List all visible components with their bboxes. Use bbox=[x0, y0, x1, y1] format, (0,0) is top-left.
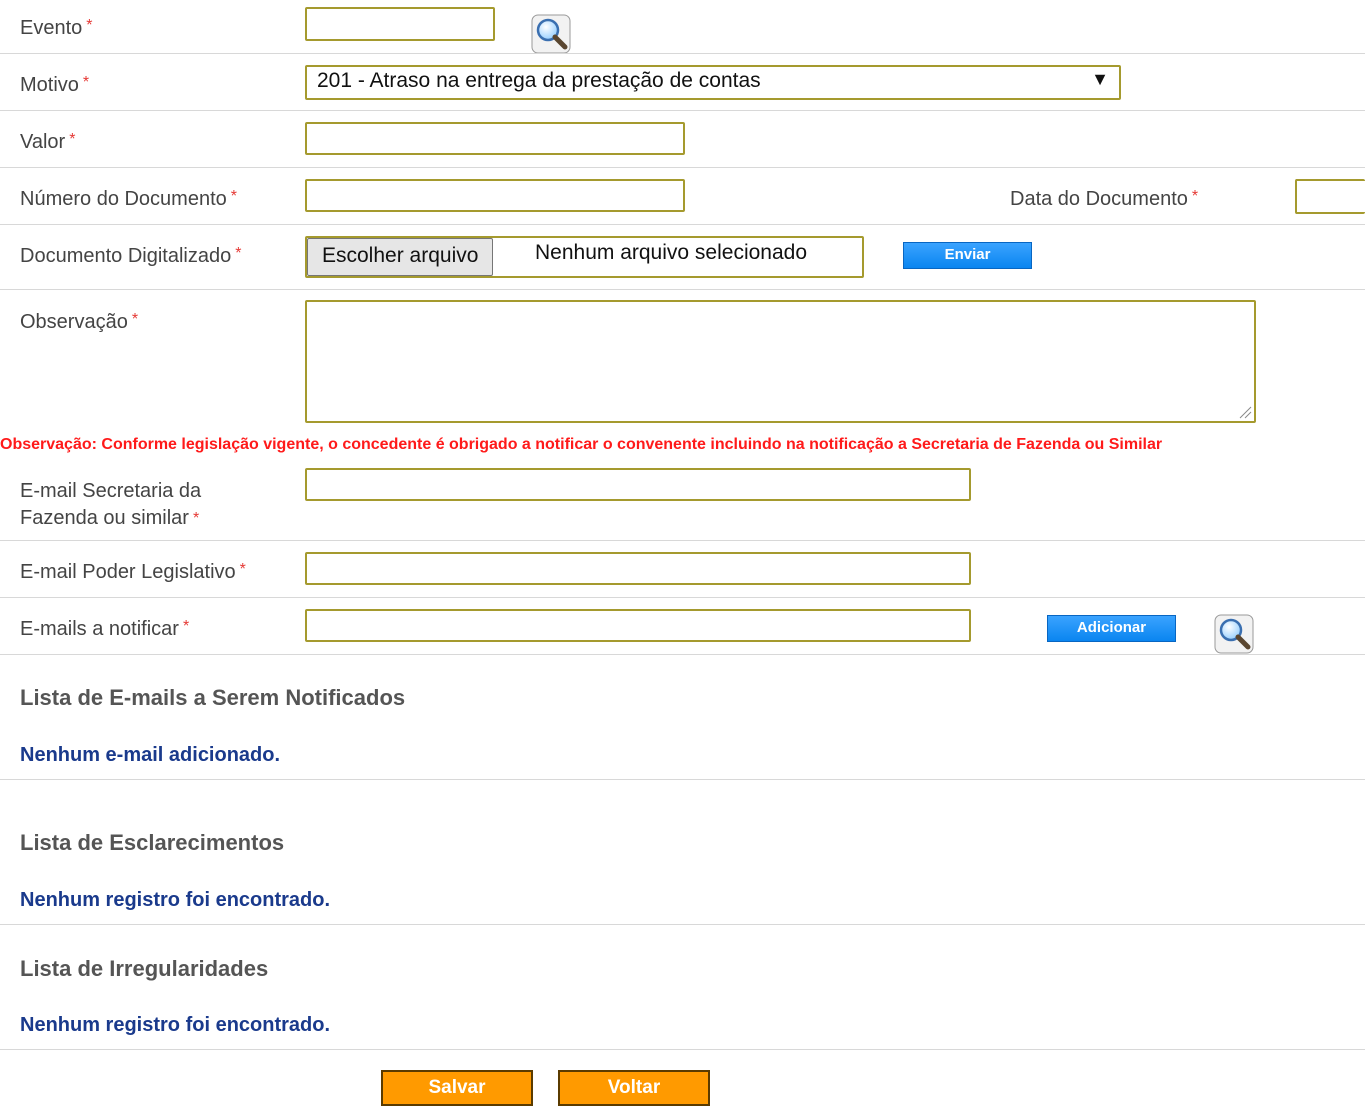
esclarecimentos-list-title: Lista de Esclarecimentos bbox=[20, 830, 285, 855]
observacao-label: Observação * bbox=[20, 311, 139, 333]
motivo-selected-value: 201 - Atraso na entrega da prestação de … bbox=[317, 69, 761, 92]
required-mark: * bbox=[82, 74, 90, 91]
required-mark: * bbox=[131, 311, 139, 328]
email-fazenda-input[interactable] bbox=[305, 468, 971, 501]
chevron-down-icon: ▼ bbox=[1091, 69, 1109, 89]
choose-file-button[interactable]: Escolher arquivo bbox=[307, 238, 494, 276]
required-mark: * bbox=[182, 618, 190, 635]
irregularidades-list-empty: Nenhum registro foi encontrado. bbox=[20, 1014, 331, 1036]
required-mark: * bbox=[192, 510, 200, 527]
legal-note: Observação: Conforme legislação vigente,… bbox=[0, 436, 1163, 453]
valor-input[interactable] bbox=[305, 122, 685, 155]
observacao-textarea[interactable] bbox=[305, 300, 1256, 423]
irregularidades-list-title: Lista de Irregularidades bbox=[20, 956, 269, 981]
motivo-label: Motivo * bbox=[20, 74, 90, 96]
required-mark: * bbox=[1191, 188, 1199, 205]
no-file-text: Nenhum arquivo selecionado bbox=[535, 241, 808, 264]
numero-documento-label: Número do Documento * bbox=[20, 188, 238, 210]
required-mark: * bbox=[69, 131, 76, 148]
evento-input[interactable] bbox=[305, 7, 495, 41]
resize-handle-icon[interactable] bbox=[1238, 405, 1252, 419]
adicionar-button[interactable]: Adicionar bbox=[1047, 615, 1176, 642]
motivo-select[interactable]: 201 - Atraso na entrega da prestação de … bbox=[305, 65, 1121, 100]
numero-documento-input[interactable] bbox=[305, 179, 685, 212]
email-legislativo-label: E-mail Poder Legislativo * bbox=[20, 561, 246, 583]
evento-label: Evento * bbox=[20, 17, 93, 39]
documento-digitalizado-label: Documento Digitalizado * bbox=[20, 245, 242, 267]
required-mark: * bbox=[230, 188, 238, 205]
enviar-button[interactable]: Enviar bbox=[903, 242, 1032, 269]
search-icon[interactable] bbox=[1214, 614, 1254, 654]
emails-list-title: Lista de E-mails a Serem Notificados bbox=[20, 685, 406, 710]
file-input[interactable]: Escolher arquivo Nenhum arquivo selecion… bbox=[305, 236, 864, 278]
required-mark: * bbox=[86, 17, 93, 34]
emails-list-empty: Nenhum e-mail adicionado. bbox=[20, 744, 281, 766]
required-mark: * bbox=[235, 245, 242, 262]
esclarecimentos-list-empty: Nenhum registro foi encontrado. bbox=[20, 889, 331, 911]
emails-notificar-label: E-mails a notificar * bbox=[20, 618, 190, 640]
data-documento-label: Data do Documento * bbox=[1010, 188, 1199, 210]
required-mark: * bbox=[239, 561, 246, 578]
email-fazenda-label: E-mail Secretaria da Fazenda ou similar * bbox=[20, 480, 202, 529]
search-icon[interactable] bbox=[531, 14, 571, 54]
email-legislativo-input[interactable] bbox=[305, 552, 971, 585]
emails-notificar-input[interactable] bbox=[305, 609, 971, 642]
data-documento-input[interactable] bbox=[1295, 179, 1365, 214]
valor-label: Valor * bbox=[20, 131, 76, 153]
